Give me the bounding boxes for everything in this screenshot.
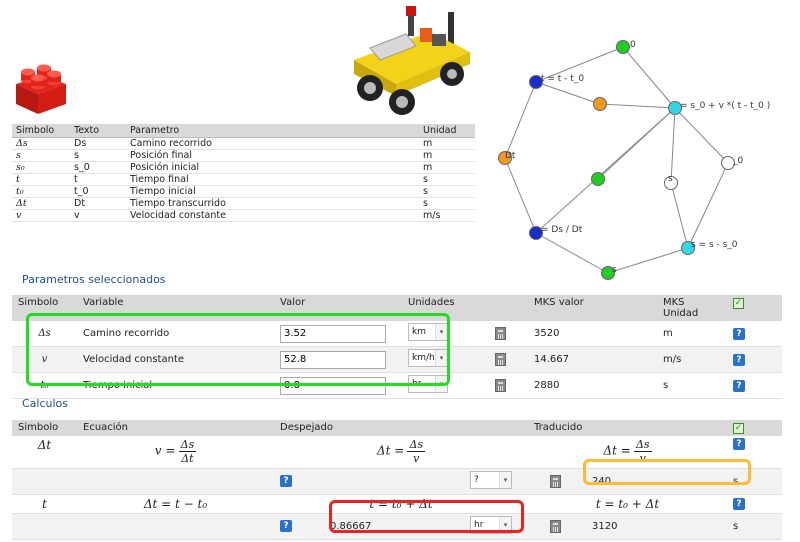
graph-node-label: Dt <box>505 151 516 161</box>
symbol-cell: t <box>12 494 77 514</box>
graph-node-label: s = s - s_0 <box>691 240 738 250</box>
solved-equation-cell: Δt = Δs v <box>274 436 528 469</box>
orange-highlight-box <box>583 459 751 485</box>
graph-node-label: = Ds / Dt <box>541 225 583 235</box>
calculos-title: Calculos <box>22 397 69 410</box>
green-highlight-box <box>26 313 450 386</box>
help-icon[interactable]: ? <box>733 327 745 340</box>
equation-cell: Δt = t − t₀ <box>77 494 274 514</box>
chevron-down-icon: ▾ <box>499 471 511 488</box>
help-icon[interactable]: ? <box>280 475 292 487</box>
col-header-despejado: Despejado <box>274 420 528 436</box>
col-header-mks-valor: MKS valor <box>528 295 657 321</box>
graph-node-label: = s_0 + v *( t - t_0 ) <box>680 101 771 111</box>
calculator-icon[interactable] <box>494 327 506 340</box>
translated-equation-cell: t = t₀ + Δt <box>528 494 727 514</box>
mks-value-cell: 3520 <box>528 321 657 347</box>
mks-value-cell: 14.667 <box>528 346 657 373</box>
calculator-icon[interactable] <box>549 474 561 488</box>
graph-node-t0[interactable] <box>616 40 630 54</box>
graph-node-orange-1[interactable] <box>593 97 607 111</box>
graph-node-label: _0 <box>733 156 744 166</box>
mks-unit-cell: m/s <box>657 346 727 373</box>
col-header-simbolo: Simbolo <box>12 420 77 436</box>
graph-node-label: s <box>612 265 617 275</box>
check-icon[interactable]: ✓ <box>733 298 744 309</box>
help-icon[interactable]: ? <box>733 379 745 392</box>
col-header-ecuacion: Ecuación <box>77 420 274 436</box>
col-header-mks-unidad: MKS Unidad <box>657 295 727 321</box>
calculator-icon[interactable] <box>549 519 561 533</box>
unit-select[interactable]: ? ▾ <box>470 470 512 489</box>
calculator-icon[interactable] <box>494 379 506 392</box>
graph-node-label: 0 <box>630 40 636 50</box>
check-icon[interactable]: ✓ <box>733 423 744 434</box>
parametros-title: Parametros seleccionados <box>22 273 166 286</box>
col-header-traducido: Traducido <box>528 420 727 436</box>
mks-unit-cell: s <box>657 372 727 399</box>
mks-unit-cell: m <box>657 321 727 347</box>
help-icon[interactable]: ? <box>280 520 292 532</box>
help-icon[interactable]: ? <box>733 497 745 510</box>
graph-node-label: t = t - t_0 <box>541 74 585 84</box>
help-icon[interactable]: ? <box>733 353 745 366</box>
symbol-cell: Δt <box>12 436 77 469</box>
dependency-graph-edges <box>504 46 729 274</box>
translated-unit-cell: s <box>727 513 782 540</box>
mks-value-cell: 2880 <box>528 372 657 399</box>
equation-cell: v = Δs Δt <box>77 436 274 469</box>
red-highlight-box <box>329 500 524 533</box>
help-icon[interactable]: ? <box>733 438 745 450</box>
calculator-icon[interactable] <box>494 353 506 366</box>
graph-node-green-2[interactable] <box>591 172 605 186</box>
graph-node-label: s <box>668 174 673 184</box>
translated-value-cell: 3120 <box>582 513 727 540</box>
